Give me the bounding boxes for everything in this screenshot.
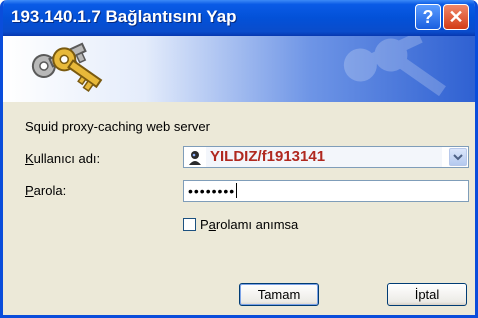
remember-checkbox[interactable] bbox=[183, 217, 196, 231]
banner bbox=[3, 36, 475, 102]
user-icon bbox=[187, 149, 203, 165]
cancel-button[interactable]: İptal bbox=[387, 283, 467, 306]
username-label: Kullanıcı adı: bbox=[25, 151, 100, 166]
window-title: 193.140.1.7 Bağlantısını Yap bbox=[11, 7, 237, 26]
password-label-mnemonic: P bbox=[25, 183, 34, 198]
close-button[interactable]: ✕ bbox=[443, 4, 469, 30]
remember-label-text: rolamı anımsa bbox=[215, 216, 299, 232]
chevron-down-icon bbox=[453, 154, 463, 161]
password-label-text: arola: bbox=[33, 183, 67, 198]
username-label-text: ullanıcı adı: bbox=[33, 151, 101, 166]
remember-label-mnemonic: a bbox=[208, 216, 216, 232]
connect-dialog: 193.140.1.7 Bağlantısını Yap ? ✕ Squid p… bbox=[0, 0, 478, 318]
title-bar[interactable]: 193.140.1.7 Bağlantısını Yap ? ✕ bbox=[3, 0, 475, 36]
remember-password[interactable]: Parolamı anımsa bbox=[183, 216, 298, 232]
password-input[interactable]: •••••••• bbox=[183, 180, 469, 202]
remember-label: Parolamı anımsa bbox=[200, 217, 298, 232]
help-button[interactable]: ? bbox=[415, 4, 441, 30]
username-combobox[interactable]: YILDIZ/f1913141 bbox=[183, 146, 469, 168]
username-input[interactable]: YILDIZ/f1913141 bbox=[206, 147, 442, 167]
ok-button[interactable]: Tamam bbox=[239, 283, 319, 306]
username-label-mnemonic: K bbox=[25, 151, 34, 166]
keys-icon bbox=[31, 42, 103, 93]
password-label: Parola: bbox=[25, 183, 66, 198]
server-message: Squid proxy-caching web server bbox=[25, 119, 210, 134]
remember-label-prefix: P bbox=[200, 216, 209, 232]
password-value: •••••••• bbox=[188, 183, 236, 199]
text-caret bbox=[236, 183, 238, 198]
username-dropdown-button[interactable] bbox=[449, 148, 467, 166]
keys-watermark-icon bbox=[343, 36, 446, 97]
